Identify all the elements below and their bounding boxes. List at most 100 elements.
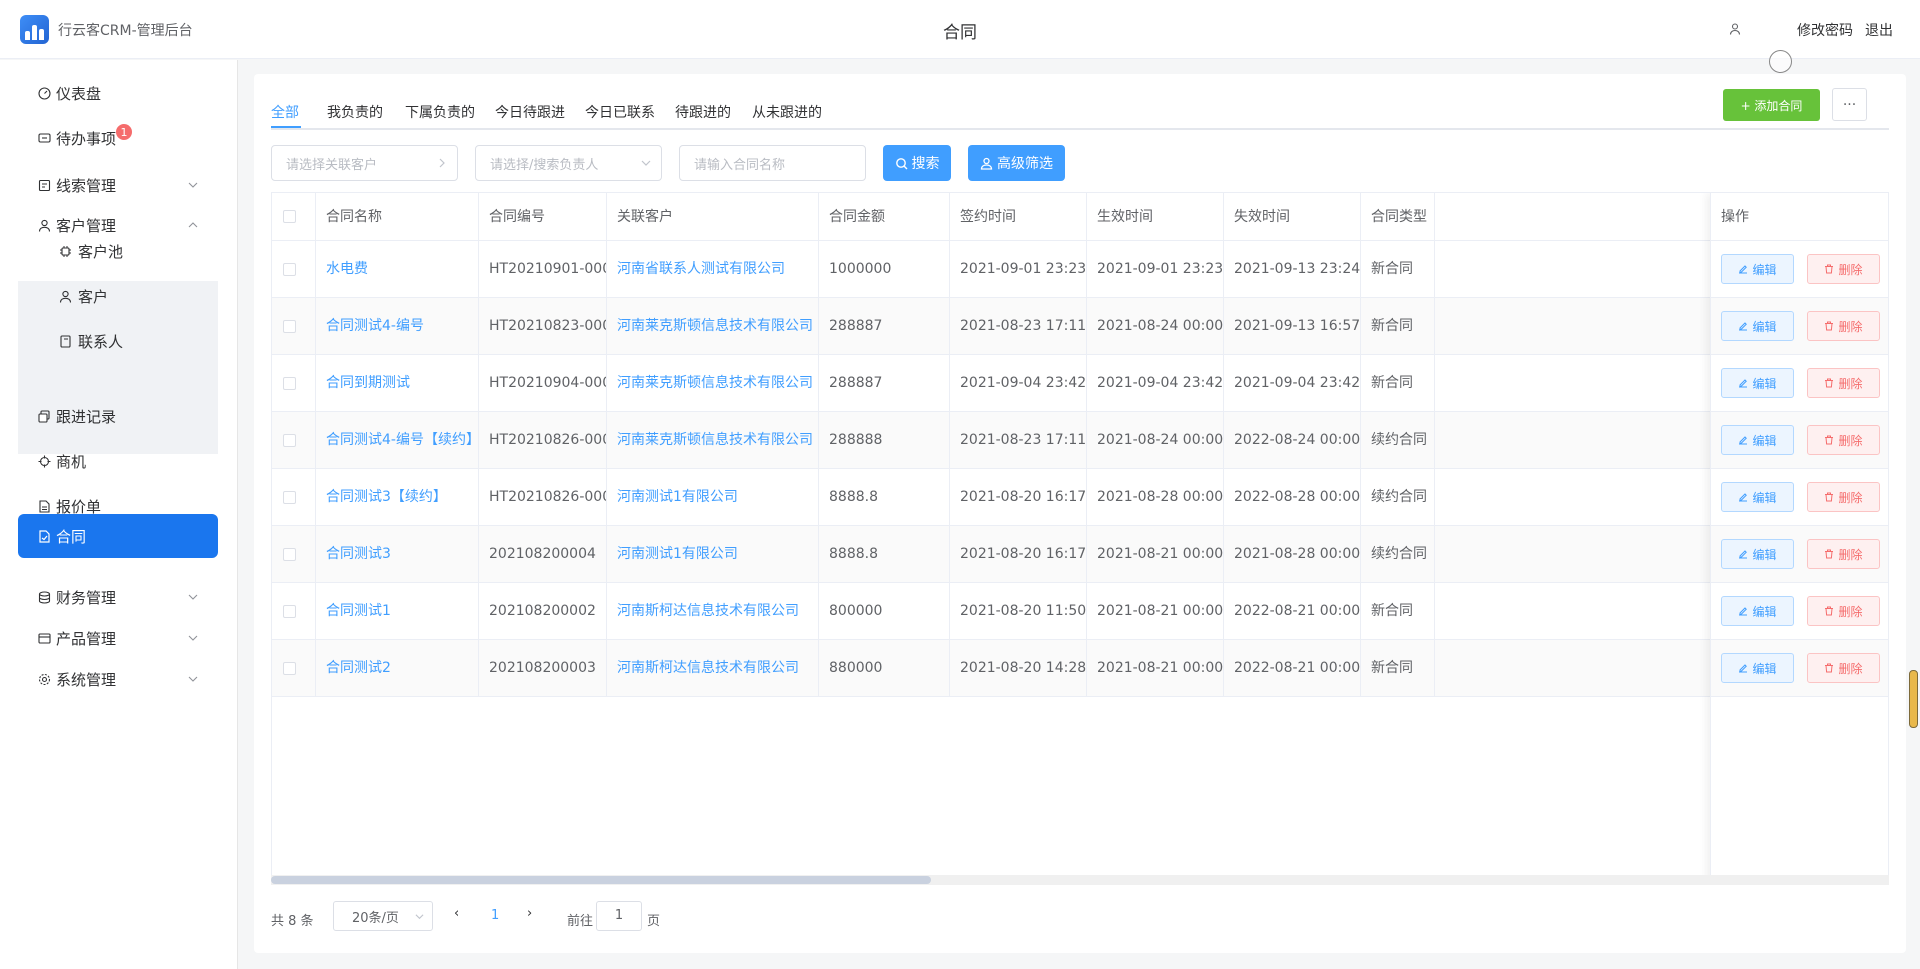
cell-customer[interactable]: 河南莱克斯顿信息技术有限公司 — [607, 412, 819, 469]
prev-page-button[interactable]: ‹ — [454, 906, 459, 921]
tab-6[interactable]: 从未跟进的 — [752, 102, 822, 122]
horizontal-scrollbar-thumb[interactable] — [271, 876, 931, 884]
top-header: 行云客CRM-管理后台 合同 修改密码 退出 — [0, 0, 1920, 59]
edit-icon — [1739, 436, 1748, 445]
filter-tabs: 全部 我负责的 下属负责的 今日待跟进 今日已联系 待跟进的 从未跟进的 — [271, 100, 1889, 130]
delete-button[interactable]: 删除 — [1807, 653, 1880, 683]
delete-button[interactable]: 删除 — [1807, 368, 1880, 398]
delete-button[interactable]: 删除 — [1807, 311, 1880, 341]
page-size-select[interactable]: 20条/页 — [333, 901, 433, 931]
edit-button[interactable]: 编辑 — [1721, 254, 1794, 284]
sidebar-item-0[interactable]: 仪表盘 — [18, 71, 218, 115]
cell-customer[interactable]: 河南省联系人测试有限公司 — [607, 241, 819, 298]
sidebar-item-5[interactable]: 商机 — [18, 439, 218, 483]
delete-button[interactable]: 删除 — [1807, 254, 1880, 284]
change-password-link[interactable]: 修改密码 — [1797, 20, 1853, 40]
cell-name[interactable]: 合同测试1 — [316, 583, 479, 640]
row-checkbox[interactable] — [283, 263, 296, 276]
advanced-filter-button[interactable]: 高级筛选 — [968, 145, 1065, 181]
add-contract-button[interactable]: + 添加合同 — [1723, 89, 1820, 121]
cell-expires: 2022-08-28 00:00:00 — [1224, 469, 1361, 526]
tab-4[interactable]: 今日已联系 — [585, 102, 655, 122]
tab-5[interactable]: 待跟进的 — [675, 102, 731, 122]
cell-name[interactable]: 合同测试2 — [316, 640, 479, 697]
horizontal-scrollbar[interactable] — [271, 875, 1889, 885]
tab-2[interactable]: 下属负责的 — [405, 102, 475, 122]
row-checkbox[interactable] — [283, 491, 296, 504]
row-checkbox[interactable] — [283, 605, 296, 618]
delete-button-label: 删除 — [1838, 376, 1863, 391]
cell-name[interactable]: 合同测试4-编号 — [316, 298, 479, 355]
edit-button[interactable]: 编辑 — [1721, 539, 1794, 569]
row-checkbox[interactable] — [283, 320, 296, 333]
row-checkbox[interactable] — [283, 662, 296, 675]
sidebar-subitem-2[interactable]: 联系人 — [18, 319, 218, 363]
sidebar-item-7[interactable]: 合同 — [18, 514, 218, 558]
sidebar-subitem-0[interactable]: 客户池 — [18, 229, 218, 273]
sidebar-item-1[interactable]: 待办事项 1 — [18, 116, 218, 160]
dashboard-icon — [38, 86, 51, 100]
sidebar-item-label: 跟进记录 — [56, 407, 117, 426]
edit-button[interactable]: 编辑 — [1721, 311, 1794, 341]
column-header: 合同名称 — [316, 193, 479, 241]
cell-customer[interactable]: 河南莱克斯顿信息技术有限公司 — [607, 298, 819, 355]
cell-customer[interactable]: 河南测试1有限公司 — [607, 526, 819, 583]
logout-link[interactable]: 退出 — [1865, 20, 1893, 40]
next-page-button[interactable]: › — [527, 906, 532, 921]
sidebar-item-4[interactable]: 跟进记录 — [18, 394, 218, 438]
tab-3[interactable]: 今日待跟进 — [495, 102, 565, 122]
cell-name[interactable]: 合同测试4-编号【续约】 — [316, 412, 479, 469]
sidebar-item-2[interactable]: 线索管理 — [18, 163, 218, 207]
search-button[interactable]: 搜索 — [883, 145, 951, 181]
row-checkbox[interactable] — [283, 548, 296, 561]
customer-select[interactable]: 请选择关联客户 — [271, 145, 458, 181]
row-checkbox[interactable] — [283, 377, 296, 390]
sidebar-item-label: 线索管理 — [56, 176, 117, 195]
trash-icon — [1825, 435, 1834, 445]
cell-amount: 288887 — [819, 298, 950, 355]
cell-customer[interactable]: 河南莱克斯顿信息技术有限公司 — [607, 355, 819, 412]
cell-amount: 880000 — [819, 640, 950, 697]
cell-amount: 8888.8 — [819, 469, 950, 526]
sidebar-item-9[interactable]: 产品管理 — [18, 616, 218, 660]
cell-customer[interactable]: 河南斯柯达信息技术有限公司 — [607, 583, 819, 640]
goto-page-input[interactable]: 1 — [596, 901, 642, 931]
edit-button[interactable]: 编辑 — [1721, 425, 1794, 455]
cell-name[interactable]: 水电费 — [316, 241, 479, 298]
todo-count-badge: 1 — [116, 124, 133, 140]
edit-button[interactable]: 编辑 — [1721, 653, 1794, 683]
delete-button[interactable]: 删除 — [1807, 425, 1880, 455]
user-icon[interactable] — [1728, 22, 1742, 36]
cell-expires: 2022-08-24 00:00:00 — [1224, 412, 1361, 469]
tab-1[interactable]: 我负责的 — [327, 102, 383, 122]
delete-button[interactable]: 删除 — [1807, 482, 1880, 512]
vertical-scrollbar-thumb[interactable] — [1909, 670, 1918, 728]
actions-cell: 编辑 删除 — [1711, 412, 1888, 469]
cell-effective: 2021-09-01 23:23:54 — [1087, 241, 1224, 298]
sidebar-subitem-1[interactable]: 客户 — [18, 274, 218, 318]
edit-button[interactable]: 编辑 — [1721, 596, 1794, 626]
row-checkbox[interactable] — [283, 434, 296, 447]
cell-name[interactable]: 合同测试3【续约】 — [316, 469, 479, 526]
cell-signed: 2021-09-01 23:23:50 — [950, 241, 1087, 298]
cell-customer[interactable]: 河南测试1有限公司 — [607, 469, 819, 526]
edit-button[interactable]: 编辑 — [1721, 368, 1794, 398]
owner-select[interactable]: 请选择/搜索负责人 — [475, 145, 662, 181]
sidebar-item-label: 合同 — [56, 527, 87, 546]
cell-name[interactable]: 合同到期测试 — [316, 355, 479, 412]
table-row: 合同测试1 202108200002 河南斯柯达信息技术有限公司 800000 2021… — [272, 583, 1888, 640]
trash-icon — [1825, 378, 1834, 388]
cell-customer[interactable]: 河南斯柯达信息技术有限公司 — [607, 640, 819, 697]
current-page-number[interactable]: 1 — [491, 908, 499, 923]
cell-name[interactable]: 合同测试3 — [316, 526, 479, 583]
cell-type: 新合同 — [1361, 640, 1435, 697]
sidebar-item-8[interactable]: 财务管理 — [18, 575, 218, 619]
delete-button[interactable]: 删除 — [1807, 539, 1880, 569]
contract-name-input[interactable]: 请输入合同名称 — [679, 145, 866, 181]
sidebar-item-10[interactable]: 系统管理 — [18, 657, 218, 701]
page-title: 合同 — [943, 23, 977, 43]
edit-button[interactable]: 编辑 — [1721, 482, 1794, 512]
delete-button[interactable]: 删除 — [1807, 596, 1880, 626]
tab-0[interactable]: 全部 — [271, 102, 299, 122]
more-actions-button[interactable]: ··· — [1832, 88, 1867, 121]
